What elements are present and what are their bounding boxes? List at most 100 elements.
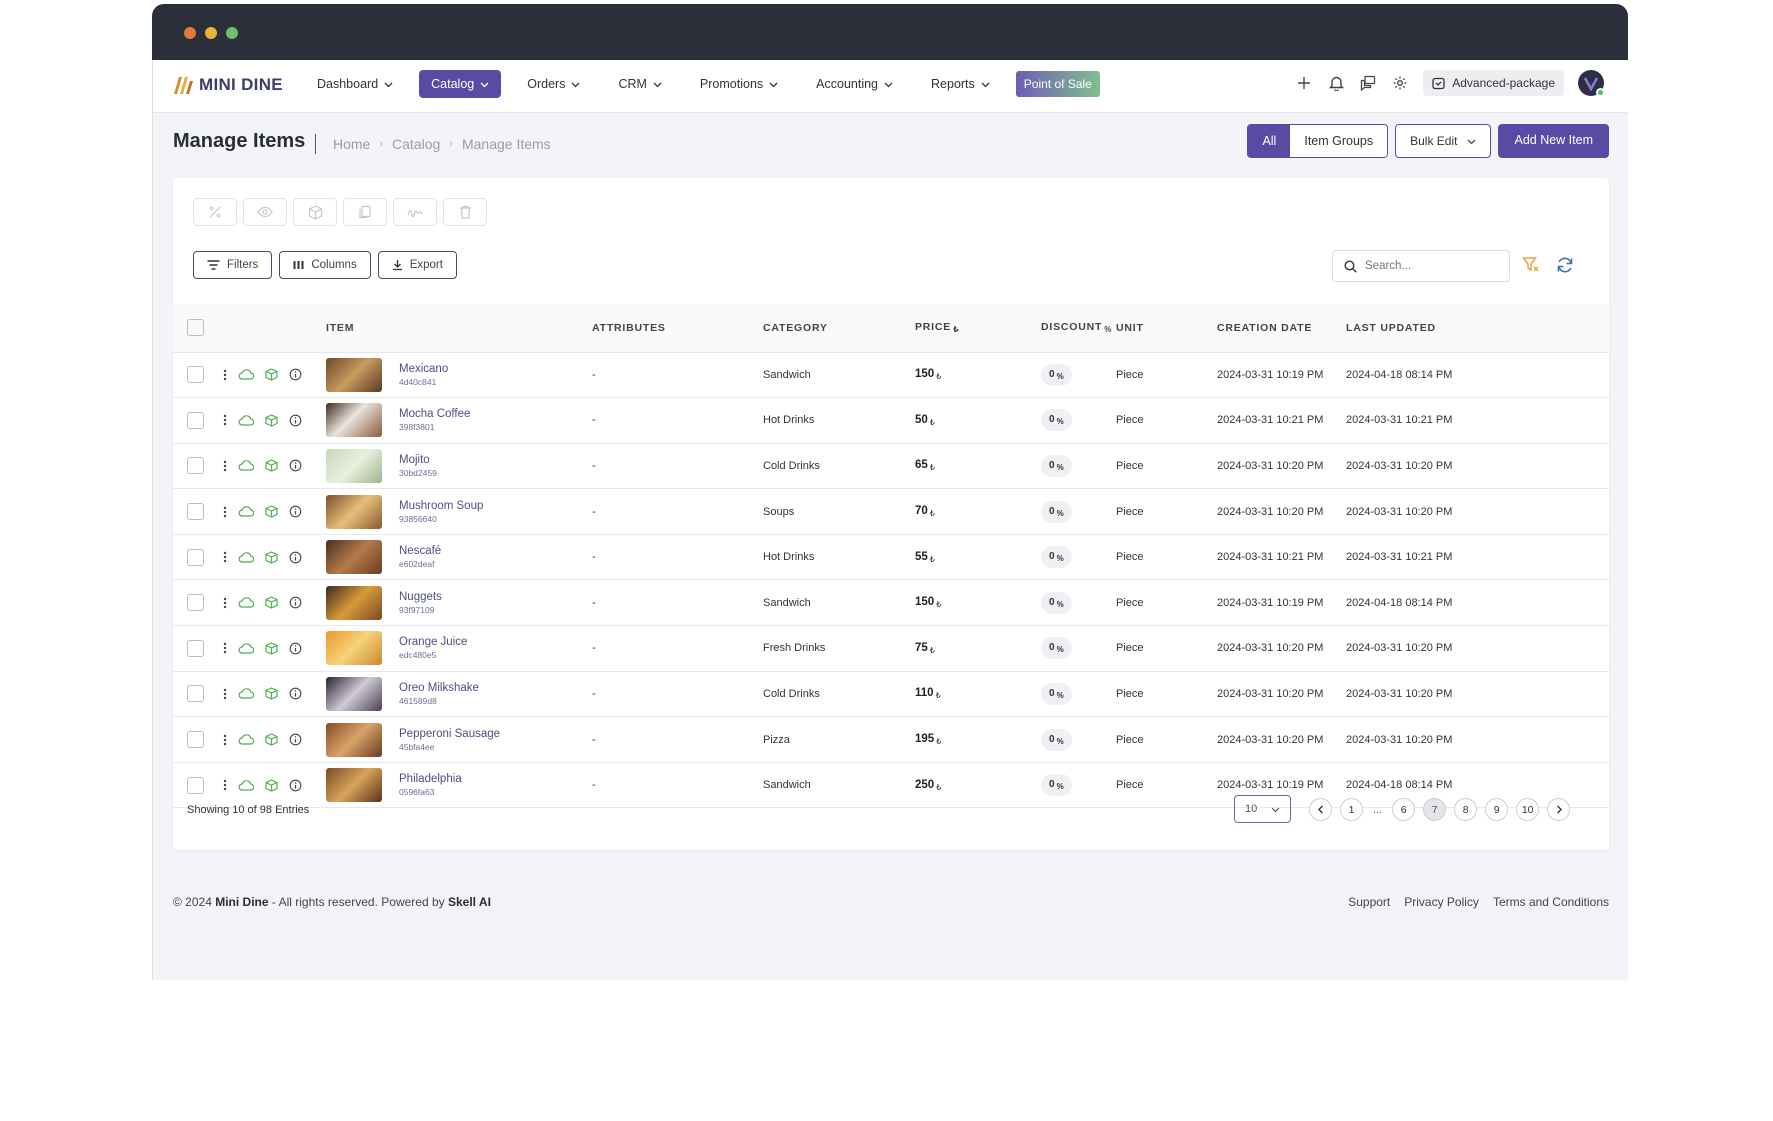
row-checkbox[interactable] xyxy=(187,503,204,521)
info-icon[interactable] xyxy=(289,505,302,518)
chat-icon[interactable] xyxy=(1359,74,1377,92)
item-name[interactable]: Oreo Milkshake xyxy=(399,682,479,694)
gear-icon[interactable] xyxy=(1391,74,1409,92)
page-size-select[interactable]: 10 xyxy=(1234,795,1291,823)
more-options-icon[interactable] xyxy=(223,506,227,518)
item-thumbnail[interactable] xyxy=(326,676,382,711)
box-icon[interactable] xyxy=(293,198,337,226)
item-thumbnail[interactable] xyxy=(326,448,382,483)
cloud-icon[interactable] xyxy=(238,779,254,791)
privacy-policy-link[interactable]: Privacy Policy xyxy=(1404,895,1479,909)
page-7-button[interactable]: 7 xyxy=(1423,798,1447,821)
plus-icon[interactable] xyxy=(1295,74,1313,92)
item-name[interactable]: Pepperoni Sausage xyxy=(399,728,500,740)
item-name[interactable]: Nuggets xyxy=(399,591,442,603)
box-icon[interactable] xyxy=(265,642,278,655)
bulk-edit-dropdown[interactable]: Bulk Edit xyxy=(1395,124,1492,158)
package-badge[interactable]: Advanced-package xyxy=(1423,70,1564,96)
column-header-attributes[interactable]: ATTRIBUTES xyxy=(592,304,763,353)
item-cell[interactable]: Mocha Coffee 398f3801 xyxy=(326,403,592,438)
column-header-creation-date[interactable]: CREATION DATE xyxy=(1217,304,1346,353)
more-options-icon[interactable] xyxy=(223,642,227,654)
cloud-icon[interactable] xyxy=(238,506,254,517)
user-avatar[interactable] xyxy=(1578,70,1605,97)
breadcrumb-home[interactable]: Home xyxy=(333,136,370,152)
item-cell[interactable]: Mojito 30bd2459 xyxy=(326,448,592,483)
filters-button[interactable]: Filters xyxy=(193,251,273,279)
more-options-icon[interactable] xyxy=(223,369,227,381)
cloud-icon[interactable] xyxy=(238,734,254,745)
cloud-icon[interactable] xyxy=(238,551,254,563)
support-link[interactable]: Support xyxy=(1348,895,1390,909)
row-checkbox[interactable] xyxy=(187,548,204,566)
table-row[interactable]: Nescafé e602deaf - Hot Drinks 55 ₺ 0% Piece 2024… xyxy=(173,534,1609,581)
table-row[interactable]: Mexicano 4d40c841- Sandwich 150 ₺ 0% Piece 2024… xyxy=(173,352,1609,399)
info-icon[interactable] xyxy=(289,368,302,381)
item-cell[interactable]: Mexicano 4d40c841 xyxy=(326,357,592,392)
brand-logo[interactable]: MINI DINE xyxy=(173,74,283,96)
next-page-button[interactable] xyxy=(1547,798,1571,821)
item-name[interactable]: Philadelphia xyxy=(399,773,462,785)
table-row[interactable]: Mojito 30bd2459- Cold Drinks 65 ₺ 0% Piece 2024… xyxy=(173,443,1609,490)
refresh-icon[interactable] xyxy=(1556,256,1574,279)
item-thumbnail[interactable] xyxy=(326,403,382,438)
item-name[interactable]: Orange Juice xyxy=(399,636,467,648)
nav-crm[interactable]: CRM xyxy=(606,70,673,98)
info-icon[interactable] xyxy=(289,551,302,564)
info-icon[interactable] xyxy=(289,687,302,700)
item-cell[interactable]: Nescafé e602deaf xyxy=(326,540,592,575)
duplicate-icon[interactable] xyxy=(343,198,387,226)
row-checkbox[interactable] xyxy=(187,366,204,384)
page-8-button[interactable]: 8 xyxy=(1454,798,1478,821)
item-name[interactable]: Mushroom Soup xyxy=(399,500,483,512)
columns-button[interactable]: Columns xyxy=(279,251,371,279)
box-icon[interactable] xyxy=(265,505,278,518)
item-name[interactable]: Nescafé xyxy=(399,545,441,557)
info-icon[interactable] xyxy=(289,642,302,655)
item-thumbnail[interactable] xyxy=(326,494,382,529)
row-checkbox[interactable] xyxy=(187,411,204,429)
powered-by-link[interactable]: Skell AI xyxy=(448,895,491,909)
item-cell[interactable]: Oreo Milkshake 461589d8 xyxy=(326,676,592,711)
terms-link[interactable]: Terms and Conditions xyxy=(1493,895,1609,909)
window-minimize-dot[interactable] xyxy=(205,27,217,39)
footer-brand[interactable]: Mini Dine xyxy=(215,895,268,909)
nav-reports[interactable]: Reports xyxy=(919,70,1002,98)
box-icon[interactable] xyxy=(265,551,278,564)
point-of-sale-button[interactable]: Point of Sale xyxy=(1015,71,1100,97)
table-row[interactable]: Mocha Coffee 398f3801 - Hot Drinks 50 ₺ 0% Piec… xyxy=(173,397,1609,444)
select-all-checkbox[interactable] xyxy=(187,319,204,337)
cloud-icon[interactable] xyxy=(238,643,254,654)
column-header-category[interactable]: CATEGORY xyxy=(763,304,915,353)
signature-icon[interactable] xyxy=(393,198,437,226)
page-1-button[interactable]: 1 xyxy=(1340,798,1363,821)
column-header-unit[interactable]: UNIT xyxy=(1116,304,1217,353)
window-maximize-dot[interactable] xyxy=(226,27,238,39)
cloud-icon[interactable] xyxy=(238,369,254,380)
item-cell[interactable]: Nuggets 93f97109 xyxy=(326,585,592,620)
item-name[interactable]: Mojito xyxy=(399,454,437,466)
more-options-icon[interactable] xyxy=(223,460,227,472)
page-9-button[interactable]: 9 xyxy=(1485,798,1509,821)
item-name[interactable]: Mexicano xyxy=(399,363,448,375)
item-thumbnail[interactable] xyxy=(326,631,382,666)
info-icon[interactable] xyxy=(289,459,302,472)
item-cell[interactable]: Pepperoni Sausage 45bfa4ee xyxy=(326,722,592,757)
prev-page-button[interactable] xyxy=(1309,798,1332,821)
bell-icon[interactable] xyxy=(1327,74,1345,92)
column-header-item[interactable]: ITEM xyxy=(326,304,592,353)
info-icon[interactable] xyxy=(289,733,302,746)
search-input[interactable] xyxy=(1365,260,1485,272)
trash-icon[interactable] xyxy=(443,198,487,226)
info-icon[interactable] xyxy=(289,596,302,609)
row-checkbox[interactable] xyxy=(187,639,204,657)
table-row[interactable]: Orange Juice edc480e5 - Fresh Drinks 75 ₺ 0% Pi… xyxy=(173,625,1609,672)
cloud-icon[interactable] xyxy=(238,597,254,608)
row-checkbox[interactable] xyxy=(187,457,204,475)
nav-accounting[interactable]: Accounting xyxy=(804,70,905,98)
item-cell[interactable]: Mushroom Soup 93856640 xyxy=(326,494,592,529)
add-new-item-button[interactable]: Add New Item xyxy=(1498,124,1609,158)
column-header-discount[interactable]: DISCOUNT% xyxy=(1041,304,1116,353)
column-header-price[interactable]: PRICE ₺ xyxy=(915,304,1041,353)
eye-icon[interactable] xyxy=(243,198,287,226)
